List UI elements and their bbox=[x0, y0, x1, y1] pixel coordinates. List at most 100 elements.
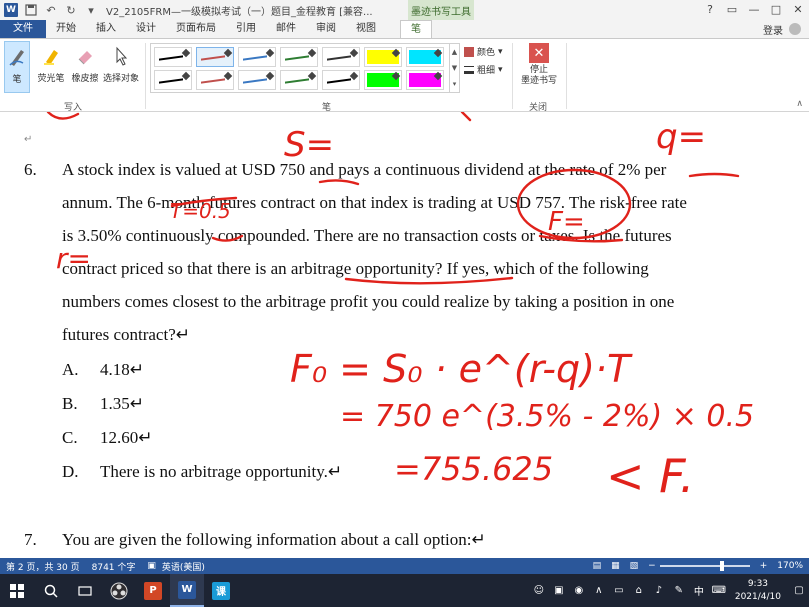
show-hidden-icons-icon[interactable]: ∧ bbox=[589, 585, 609, 596]
pen-tip-icon bbox=[265, 71, 275, 81]
tab-design[interactable]: 设计 bbox=[126, 20, 166, 38]
zoom-in-icon[interactable]: + bbox=[760, 561, 768, 571]
quick-access-toolbar: W ↶ ↻ ▾ bbox=[0, 0, 98, 20]
tab-page-layout[interactable]: 页面布局 bbox=[166, 20, 226, 38]
tab-pen[interactable]: 笔 bbox=[400, 20, 432, 38]
user-avatar-icon[interactable] bbox=[789, 23, 801, 35]
word-app-label: W bbox=[178, 580, 196, 599]
gallery-scroll[interactable]: ▲ ▼ ▾ bbox=[450, 43, 460, 93]
question-line: is 3.50% continuously compounded. There … bbox=[62, 226, 672, 245]
document-area[interactable]: ↵ 6. A stock index is valued at USD 750 … bbox=[0, 112, 809, 558]
print-layout-icon[interactable]: ▦ bbox=[611, 561, 620, 571]
tab-file[interactable]: 文件 bbox=[0, 20, 46, 38]
ink-q-eq: q= bbox=[656, 117, 706, 157]
volume-icon[interactable]: ♪ bbox=[649, 585, 669, 596]
tab-insert[interactable]: 插入 bbox=[86, 20, 126, 38]
battery-icon[interactable]: ▭ bbox=[609, 585, 629, 596]
help-button[interactable]: ? bbox=[699, 0, 721, 20]
pen-swatch[interactable] bbox=[364, 70, 402, 90]
web-layout-icon[interactable]: ▧ bbox=[630, 561, 639, 571]
pen-swatch[interactable] bbox=[280, 47, 318, 67]
undo-icon[interactable]: ↶ bbox=[44, 3, 58, 17]
lesson-app-icon[interactable]: 课 bbox=[204, 574, 238, 607]
tray-app-icon[interactable]: ▣ bbox=[549, 585, 569, 596]
redo-icon[interactable]: ↻ bbox=[64, 3, 78, 17]
stop-inking-label-1: 停止 bbox=[529, 65, 548, 75]
pen-swatch[interactable] bbox=[154, 47, 192, 67]
pen-swatch[interactable] bbox=[406, 70, 444, 90]
obs-icon[interactable] bbox=[102, 574, 136, 607]
pen-swatch[interactable] bbox=[196, 70, 234, 90]
gallery-down-icon[interactable]: ▼ bbox=[452, 64, 457, 72]
pen-stroke-preview bbox=[327, 78, 351, 84]
clock[interactable]: 9:33 2021/4/10 bbox=[735, 578, 781, 604]
question-line: A stock index is valued at USD 750 and p… bbox=[62, 160, 667, 179]
tray-app-icon[interactable]: ◉ bbox=[569, 585, 589, 596]
read-mode-icon[interactable]: ▤ bbox=[593, 561, 602, 571]
pen-tool-button[interactable]: 笔 bbox=[4, 41, 30, 93]
maximize-button[interactable]: □ bbox=[765, 0, 787, 20]
option-letter: C. bbox=[62, 428, 78, 447]
minimize-button[interactable]: — bbox=[743, 0, 765, 20]
zoom-level[interactable]: 170% bbox=[777, 561, 803, 571]
thickness-icon bbox=[464, 65, 474, 74]
login-area: 登录 bbox=[763, 20, 801, 38]
tab-review[interactable]: 审阅 bbox=[306, 20, 346, 38]
option-text: 4.18↵ bbox=[100, 360, 144, 379]
pen-color-dropdown[interactable]: 颜色 ▾ bbox=[464, 45, 503, 58]
word-icon[interactable]: W bbox=[170, 574, 204, 607]
zoom-out-icon[interactable]: − bbox=[648, 561, 656, 571]
pen-swatch[interactable] bbox=[280, 70, 318, 90]
pen-workspace-icon[interactable]: ✎ bbox=[669, 585, 689, 596]
pen-stroke-preview bbox=[201, 55, 225, 61]
ribbon-display-options-button[interactable]: ▭ bbox=[721, 0, 743, 20]
select-objects-button[interactable]: 选择对象 bbox=[103, 41, 139, 93]
pen-swatch[interactable] bbox=[238, 47, 276, 67]
eraser-tool-button[interactable]: 橡皮擦 bbox=[71, 41, 99, 93]
notifications-icon[interactable]: ▢ bbox=[789, 585, 809, 596]
tab-mailings[interactable]: 邮件 bbox=[266, 20, 306, 38]
word-count[interactable]: 8741 个字 bbox=[92, 560, 136, 573]
pen-swatch[interactable] bbox=[322, 47, 360, 67]
pen-thickness-dropdown[interactable]: 粗细 ▾ bbox=[464, 63, 503, 76]
pen-swatch[interactable] bbox=[238, 70, 276, 90]
collapse-ribbon-icon[interactable]: ∧ bbox=[796, 99, 803, 109]
gallery-more-icon[interactable]: ▾ bbox=[453, 80, 457, 88]
network-icon[interactable]: ⌂ bbox=[629, 585, 649, 596]
ime-indicator[interactable]: 中 bbox=[689, 583, 709, 598]
pen-swatch[interactable] bbox=[322, 70, 360, 90]
task-view-icon[interactable] bbox=[68, 574, 102, 607]
save-icon[interactable] bbox=[24, 3, 38, 17]
lesson-app-label: 课 bbox=[212, 581, 230, 600]
pen-swatch[interactable] bbox=[196, 47, 234, 67]
people-icon[interactable]: ☺ bbox=[529, 585, 549, 596]
chevron-down-icon: ▾ bbox=[498, 64, 503, 75]
tab-view[interactable]: 视图 bbox=[346, 20, 386, 38]
tab-home[interactable]: 开始 bbox=[46, 20, 86, 38]
page-info[interactable]: 第 2 页，共 30 页 bbox=[6, 560, 80, 573]
stop-inking-button[interactable]: ✕ 停止 墨迹书写 bbox=[516, 43, 562, 97]
language[interactable]: 英语(美国) bbox=[162, 560, 205, 573]
clock-time: 9:33 bbox=[747, 578, 769, 589]
paragraph-mark: ↵ bbox=[24, 134, 33, 145]
pen-tip-icon bbox=[181, 48, 191, 58]
proofing-icon[interactable]: ▣ bbox=[147, 561, 156, 571]
pen-stroke-preview bbox=[285, 78, 309, 84]
close-button[interactable]: ✕ bbox=[787, 0, 809, 20]
gallery-up-icon[interactable]: ▲ bbox=[452, 48, 457, 56]
eraser-tool-label: 橡皮擦 bbox=[71, 74, 99, 84]
zoom-slider[interactable] bbox=[659, 561, 750, 571]
pen-swatch[interactable] bbox=[154, 70, 192, 90]
search-icon[interactable] bbox=[34, 574, 68, 607]
keyboard-icon[interactable]: ⌨ bbox=[709, 585, 729, 596]
login-link[interactable]: 登录 bbox=[763, 22, 783, 37]
powerpoint-icon[interactable]: P bbox=[136, 574, 170, 607]
zoom-slider-thumb[interactable] bbox=[719, 561, 724, 571]
pen-swatch[interactable] bbox=[364, 47, 402, 67]
customize-qat-icon[interactable]: ▾ bbox=[84, 3, 98, 17]
windows-start-icon[interactable] bbox=[0, 574, 34, 607]
highlighter-tool-button[interactable]: 荧光笔 bbox=[38, 41, 65, 93]
tab-references[interactable]: 引用 bbox=[226, 20, 266, 38]
pen-swatch[interactable] bbox=[406, 47, 444, 67]
option-letter: D. bbox=[62, 462, 79, 481]
